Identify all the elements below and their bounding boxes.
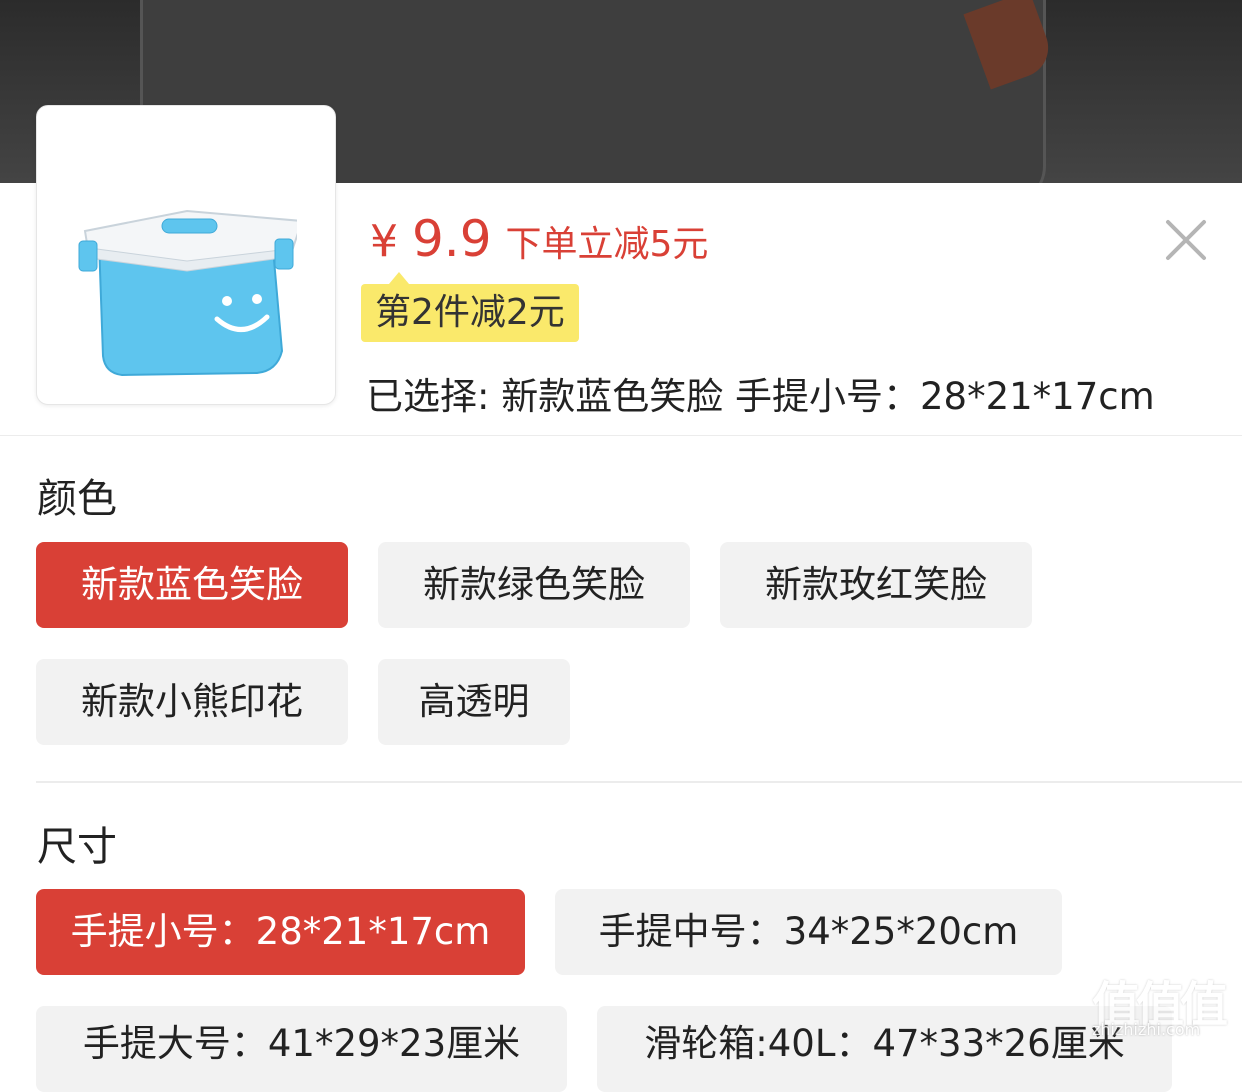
selected-variant-text: 已选择: 新款蓝色笑脸 手提小号：28*21*17cm <box>366 375 1155 418</box>
size-option-trolley[interactable]: 滑轮箱:40L：47*33*26厘米 <box>597 1006 1172 1092</box>
color-option-rose-smile[interactable]: 新款玫红笑脸 <box>720 542 1032 628</box>
size-option-medium[interactable]: 手提中号：34*25*20cm <box>555 889 1062 975</box>
section-divider <box>36 781 1242 783</box>
header-divider <box>0 435 1242 436</box>
currency-symbol: ¥ <box>370 216 398 267</box>
color-option-bear-print[interactable]: 新款小熊印花 <box>36 659 348 745</box>
color-option-blue-smile[interactable]: 新款蓝色笑脸 <box>36 542 348 628</box>
color-section-title: 颜色 <box>37 476 117 522</box>
color-option-green-smile[interactable]: 新款绿色笑脸 <box>378 542 690 628</box>
promo-text: 下单立减5元 <box>505 224 709 265</box>
size-option-large[interactable]: 手提大号：41*29*23厘米 <box>36 1006 567 1092</box>
size-section-title: 尺寸 <box>37 824 117 870</box>
watermark-url: zhizhizhi.com <box>1092 1020 1201 1039</box>
color-option-transparent[interactable]: 高透明 <box>378 659 570 745</box>
product-thumbnail[interactable] <box>36 105 336 405</box>
price-row: ¥9.9 下单立减5元 <box>370 210 708 268</box>
coupon-badge: 第2件减2元 <box>361 272 579 342</box>
price-value: 9.9 <box>412 210 492 268</box>
storage-box-icon <box>78 209 297 377</box>
size-option-small[interactable]: 手提小号：28*21*17cm <box>36 889 525 975</box>
close-icon[interactable] <box>1162 216 1210 264</box>
